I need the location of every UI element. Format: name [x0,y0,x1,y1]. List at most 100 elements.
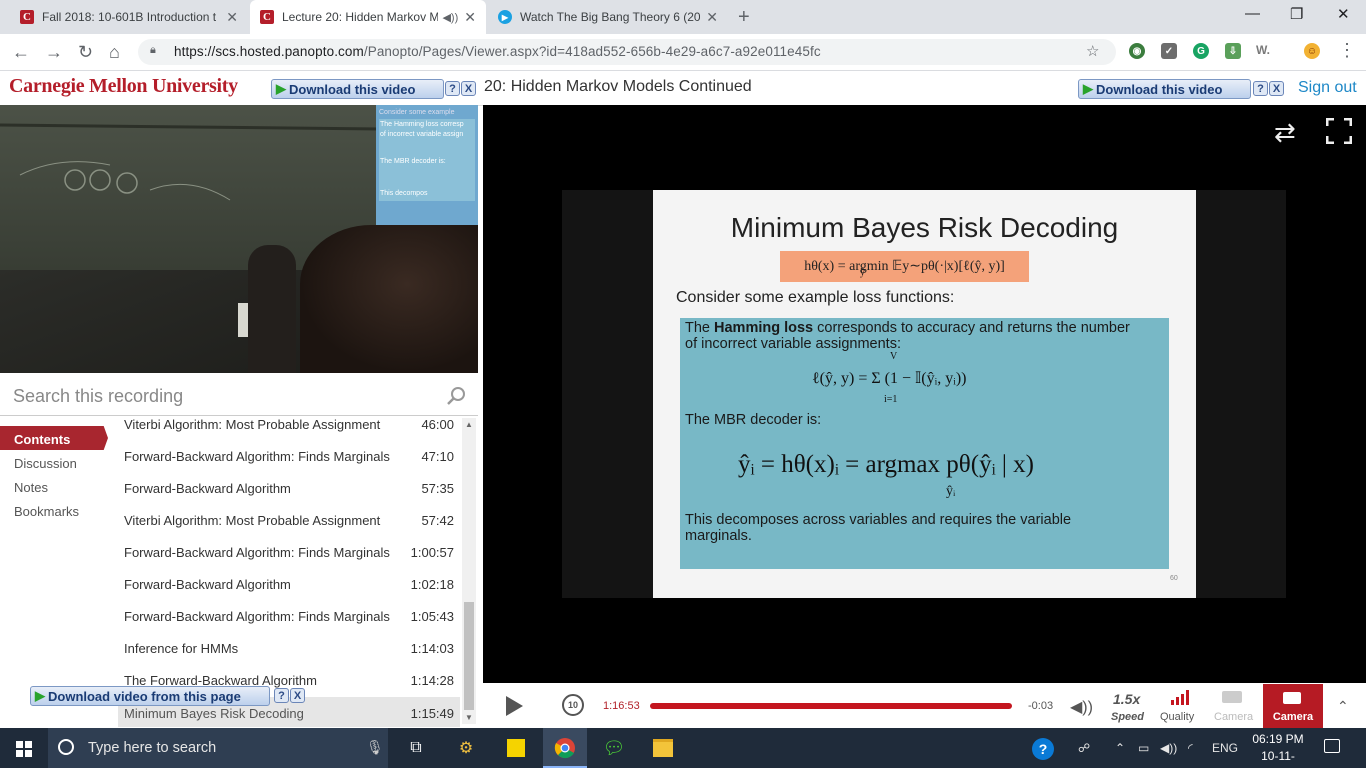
tab-title: Lecture 20: Hidden Markov M [282,10,439,24]
toc-title: Viterbi Algorithm: Most Probable Assignm… [124,417,381,432]
home-icon[interactable]: ⌂ [109,42,120,63]
tab-big-bang-theory[interactable]: ▶ Watch The Big Bang Theory 6 (20 ✕ [488,0,728,34]
taskbar-search-input[interactable]: Type here to search [88,740,216,756]
taskbar-clock[interactable]: 06:19 PM 10-11-2018 [1250,731,1306,782]
download-page-label: Download video from this page [48,688,241,704]
projected-slide-line: The Hamming loss corresp [380,120,464,128]
speaker-tray-icon[interactable]: ◀)) [1160,741,1177,755]
speed-button[interactable]: 1.5x [1113,691,1140,707]
search-icon[interactable] [446,386,466,406]
tab-fall-2018[interactable]: C Fall 2018: 10-601B Introduction t ✕ [10,0,248,34]
play-icon[interactable] [506,696,523,716]
sign-out-link[interactable]: Sign out [1298,79,1357,97]
tab-close-icon[interactable]: ✕ [706,9,718,26]
forward-icon[interactable]: → [45,42,63,63]
download-video-from-page-button[interactable]: ▶ Download video from this page [30,686,270,706]
chrome-menu-icon[interactable]: ⋮ [1338,40,1356,61]
close-icon[interactable]: X [290,688,305,703]
close-icon[interactable]: X [461,81,476,96]
nav-contents-label[interactable]: Contents [14,432,70,447]
people-icon[interactable]: ☍ [1078,741,1090,755]
folder-shape [653,739,673,757]
battery-icon[interactable]: ▭ [1138,741,1149,755]
toc-row[interactable]: Viterbi Algorithm: Most Probable Assignm… [124,417,454,432]
windows-start-icon[interactable] [16,741,32,757]
fullscreen-icon[interactable] [1326,118,1352,144]
url-path: /Panopto/Pages/Viewer.aspx?id=418ad552-6… [363,44,821,59]
rewind-10-icon[interactable]: 10 [562,694,584,716]
minimize-icon[interactable]: — [1245,5,1260,22]
download-video-button-left[interactable]: ▶ Download this video [271,79,444,99]
chevron-up-icon[interactable]: ⌃ [1337,698,1349,715]
cortana-icon[interactable] [58,739,74,755]
slide-page-number: 60 [1170,575,1178,582]
toc-time: 46:00 [421,417,454,432]
close-icon[interactable]: X [1269,81,1284,96]
nav-discussion[interactable]: Discussion [14,456,77,471]
emoji-extension-icon[interactable]: ☺ [1304,43,1320,59]
toc-title: Forward-Backward Algorithm [124,481,291,496]
shield-extension-icon[interactable]: ✓ [1161,43,1177,59]
chrome-icon[interactable] [553,736,577,760]
language-indicator[interactable]: ENG [1212,741,1238,755]
toc-row[interactable]: Forward-Backward Algorithm 57:35 [124,481,454,496]
help-tray-icon[interactable]: ? [1032,738,1054,760]
file-explorer-icon[interactable] [651,736,675,760]
wechat-icon[interactable]: 💬︎ [602,736,626,760]
tab-close-icon[interactable]: ✕ [464,9,476,26]
grammarly-extension-icon[interactable]: G [1193,43,1209,59]
toc-row[interactable]: Inference for HMMs 1:14:03 [124,641,454,656]
toc-title: Forward-Backward Algorithm [124,577,291,592]
scroll-up-icon[interactable]: ▲ [465,420,473,429]
camera-label[interactable]: Camera [1214,711,1253,723]
slide-title: Minimum Bayes Risk Decoding [730,212,1119,243]
tab-lecture-20[interactable]: C Lecture 20: Hidden Markov M ◀)) ✕ [250,0,486,34]
microphone-icon[interactable]: 🎙︎ [366,739,384,756]
reload-icon[interactable]: ↻ [78,42,93,63]
toc-row[interactable]: Forward-Backward Algorithm 1:02:18 [124,577,454,592]
notifications-icon[interactable] [1324,739,1340,753]
mbr-objective-formula: hθ(x) = argmin 𝔼y∼pθ(·|x)[ℓ(ŷ, y)] [804,259,1005,274]
nav-notes[interactable]: Notes [14,480,48,495]
w-extension-icon[interactable]: W. [1256,43,1270,57]
clock-time: 06:19 PM [1252,732,1304,746]
help-icon[interactable]: ? [1253,81,1268,96]
bookmark-star-icon[interactable]: ☆ [1086,42,1099,60]
toc-row[interactable]: Forward-Backward Algorithm: Finds Margin… [124,609,454,624]
quality-label[interactable]: Quality [1160,711,1194,723]
globe-extension-icon[interactable]: ◉ [1129,43,1145,59]
progress-bar[interactable] [650,703,1012,709]
tray-chevron-icon[interactable]: ⌃ [1115,741,1125,755]
toc-row[interactable]: Viterbi Algorithm: Most Probable Assignm… [124,513,454,528]
url-text[interactable]: https://scs.hosted.panopto.com/Panopto/P… [174,44,821,59]
toc-row-active[interactable]: Minimum Bayes Risk Decoding 1:15:49 [124,706,454,721]
sticky-notes-icon[interactable] [504,736,528,760]
tab-close-icon[interactable]: ✕ [226,9,238,26]
back-icon[interactable]: ← [12,42,30,63]
network-app-icon[interactable]: ⚙ [454,736,478,760]
wifi-icon[interactable]: ◜ [1188,741,1193,755]
slide-subtitle: Consider some example loss functions: [676,289,955,306]
lock-icon[interactable]: 🔒︎ [150,44,156,57]
camera-off-icon[interactable] [1222,691,1242,703]
scrollbar-thumb[interactable] [464,602,474,710]
window-close-icon[interactable]: ✕ [1337,5,1350,23]
volume-icon[interactable]: ◀)) [1070,697,1093,717]
nav-bookmarks[interactable]: Bookmarks [14,504,79,519]
help-icon[interactable]: ? [445,81,460,96]
search-input[interactable]: Search this recording [13,386,183,407]
quality-icon[interactable] [1170,690,1190,705]
download-extension-icon[interactable]: ⇩ [1225,43,1241,59]
cmu-logo[interactable]: Carnegie Mellon University [9,75,238,98]
camera-feed[interactable]: Consider some example The Hamming loss c… [0,105,478,373]
help-icon[interactable]: ? [274,688,289,703]
toc-row[interactable]: Forward-Backward Algorithm: Finds Margin… [124,545,454,560]
swap-streams-icon[interactable]: ⇄ [1274,117,1296,148]
toc-row[interactable]: Forward-Backward Algorithm: Finds Margin… [124,449,454,464]
task-view-icon[interactable]: ⧉ [404,736,428,760]
restore-icon[interactable]: ❐ [1290,5,1303,23]
new-tab-button[interactable]: + [738,6,750,29]
speaker-icon[interactable]: ◀)) [442,11,458,24]
download-video-button-right[interactable]: ▶ Download this video [1078,79,1251,99]
scroll-down-icon[interactable]: ▼ [465,713,473,722]
